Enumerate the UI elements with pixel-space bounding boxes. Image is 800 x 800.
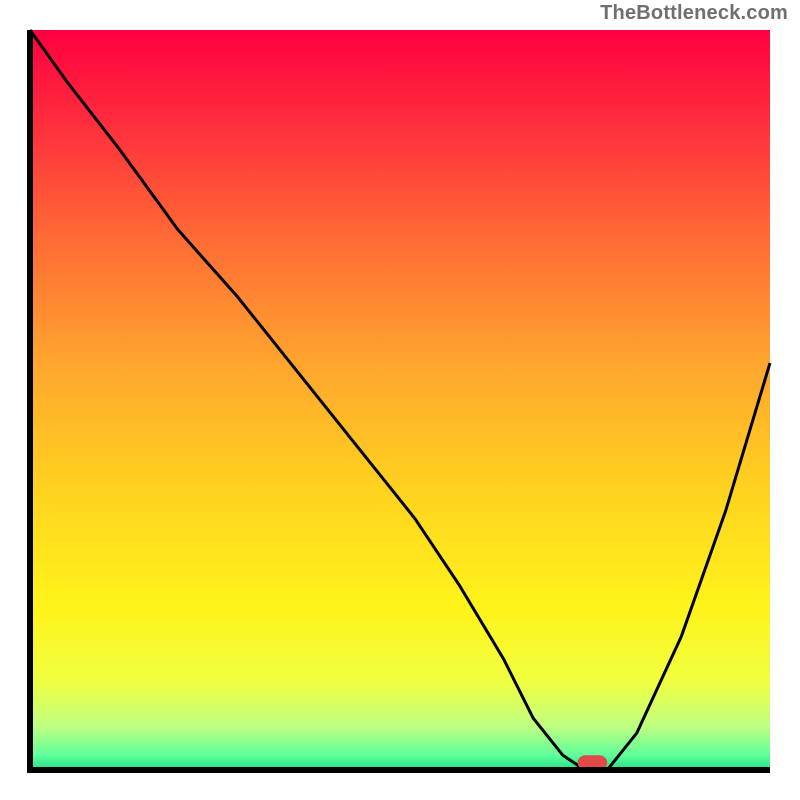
chart-container: TheBottleneck.com [0,0,800,800]
watermark-text: TheBottleneck.com [600,2,788,25]
gradient-background [30,30,770,770]
bottleneck-chart [0,0,800,800]
